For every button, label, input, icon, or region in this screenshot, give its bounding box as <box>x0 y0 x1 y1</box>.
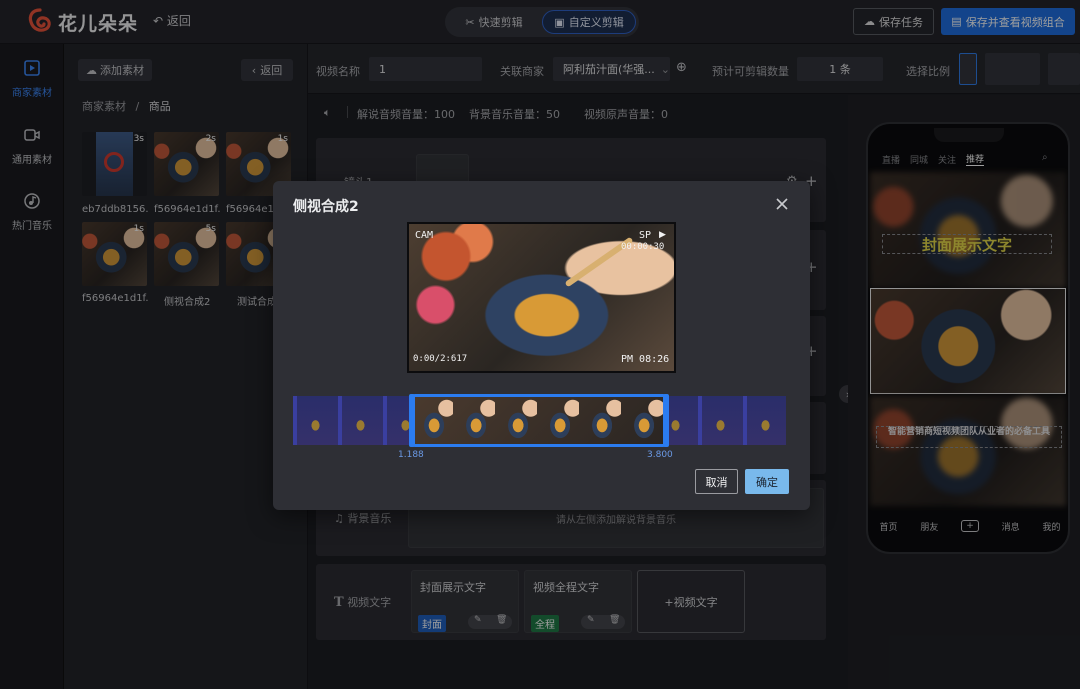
close-icon[interactable] <box>773 195 791 213</box>
trim-selection-box[interactable] <box>411 394 667 447</box>
confirm-button[interactable]: 确定 <box>745 469 789 494</box>
trim-handle-left[interactable] <box>409 394 415 447</box>
video-preview[interactable]: CAM SP ▶ 00:00:30 0:00/2:617 PM 08:26 <box>407 222 676 373</box>
trim-handle-right[interactable] <box>663 394 669 447</box>
modal-title: 侧视合成2 <box>293 199 359 215</box>
range-end-label: 3.800 <box>647 450 673 460</box>
play-icon: ▶ <box>659 230 666 240</box>
sp-label: SP <box>639 230 652 241</box>
cam-label: CAM <box>415 230 434 241</box>
range-start-label: 1.188 <box>398 450 424 460</box>
cancel-button[interactable]: 取消 <box>695 469 738 494</box>
date-stamp: 0:00/2:617 <box>413 354 468 364</box>
timecode-top: 00:00:30 <box>621 242 665 252</box>
time-stamp: PM 08:26 <box>621 354 670 365</box>
